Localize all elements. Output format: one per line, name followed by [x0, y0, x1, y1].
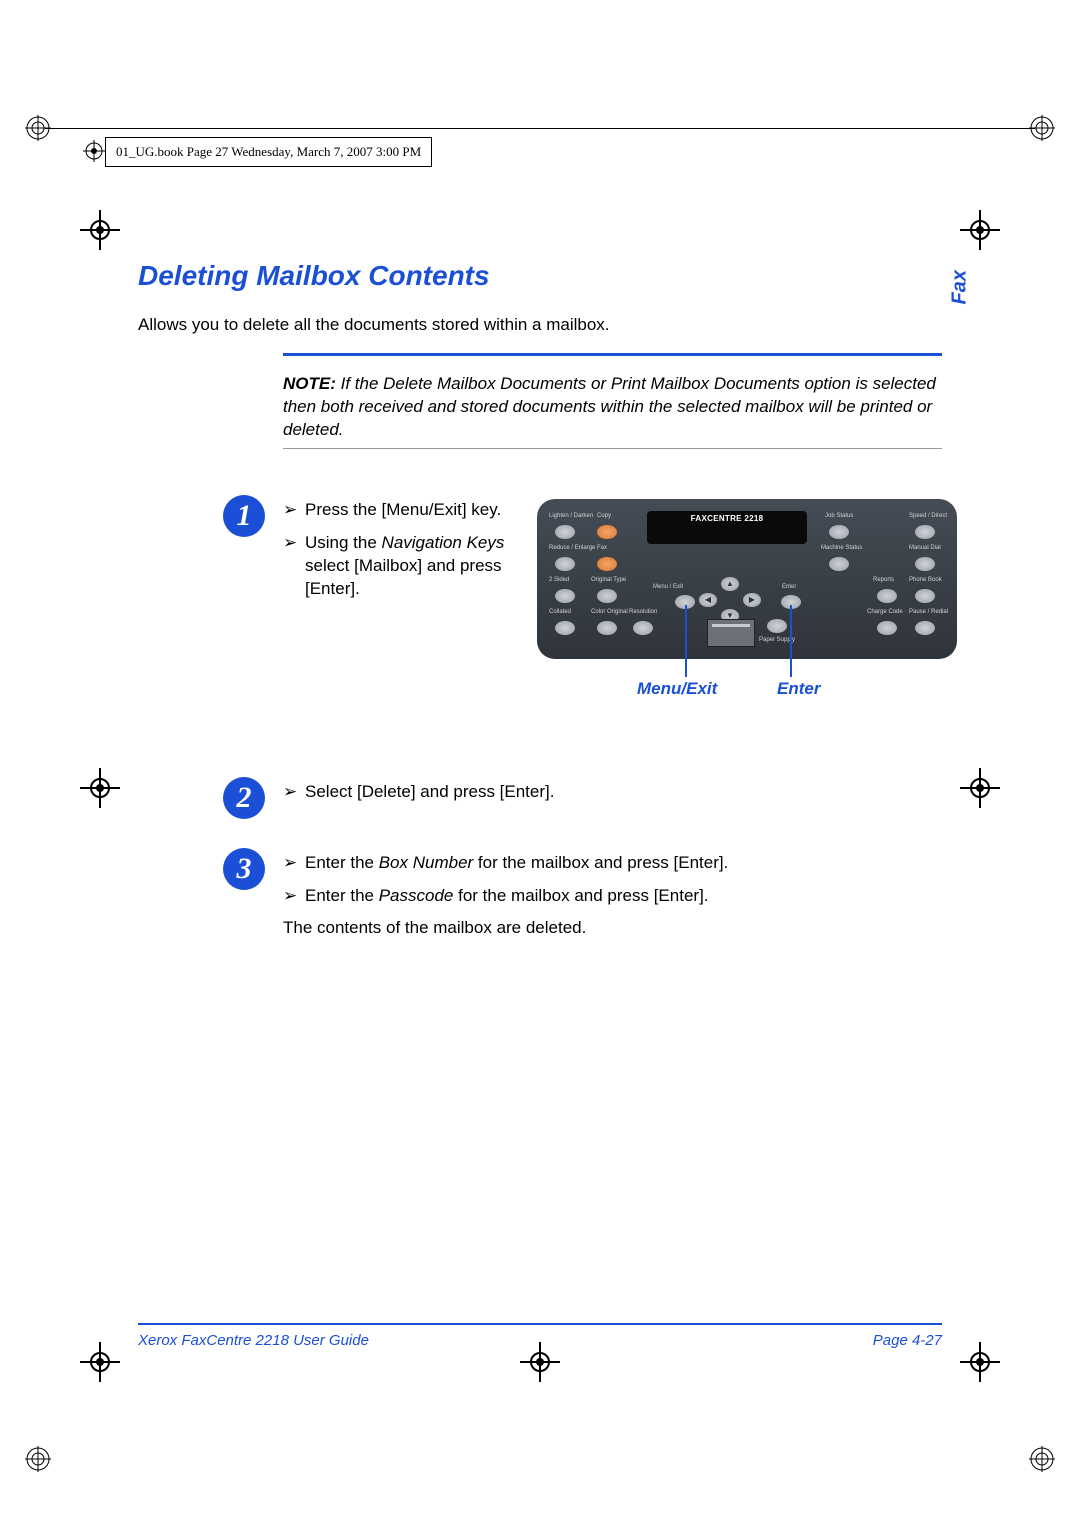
panel-tray-icon — [707, 619, 755, 647]
panel-label: Copy — [597, 513, 611, 519]
bullet-arrow-icon: ➢ — [283, 781, 305, 804]
panel-label: Resolution — [629, 609, 657, 615]
footer-right: Page 4-27 — [873, 1332, 942, 1349]
section-title: Deleting Mailbox Contents — [138, 260, 942, 292]
cropmark-icon — [960, 1342, 1000, 1382]
note-rule — [283, 353, 942, 356]
footer-left: Xerox FaxCentre 2218 User Guide — [138, 1332, 369, 1349]
panel-button — [555, 525, 575, 539]
footer-rule — [138, 1323, 942, 1325]
panel-button — [877, 589, 897, 603]
panel-label: 2 Sided — [549, 577, 569, 583]
panel-display: FAXCENTRE 2218 — [647, 511, 807, 544]
step1-item1: Press the [Menu/Exit] key. — [305, 499, 513, 522]
note-paragraph: NOTE: If the Delete Mailbox Documents or… — [283, 373, 942, 442]
cropmark-icon — [80, 1342, 120, 1382]
note-label: NOTE: — [283, 374, 336, 393]
panel-button — [597, 621, 617, 635]
panel-button — [555, 557, 575, 571]
step3-aftertext: The contents of the mailbox are deleted. — [283, 918, 942, 938]
panel-label: Lighten / Darken — [549, 513, 593, 519]
panel-button — [597, 589, 617, 603]
intro-paragraph: Allows you to delete all the documents s… — [138, 314, 942, 337]
docstamp-text: 01_UG.book Page 27 Wednesday, March 7, 2… — [116, 144, 421, 160]
dpad-right-icon: ▶ — [743, 593, 761, 607]
panel-button — [877, 621, 897, 635]
panel-label: Manual Dial — [909, 545, 941, 551]
panel-button — [829, 525, 849, 539]
panel-label: Phone Book — [909, 577, 942, 583]
bullet-arrow-icon: ➢ — [283, 885, 305, 908]
callout-line — [790, 605, 792, 677]
panel-dpad: ▲ ▼ ◀ ▶ — [695, 577, 765, 623]
panel-button — [767, 619, 787, 633]
panel-button — [915, 589, 935, 603]
step-badge-2: 2 — [223, 777, 265, 819]
note-rule-bottom — [283, 448, 942, 449]
cropmark-icon — [80, 768, 120, 808]
panel-label: Original Type — [591, 577, 626, 583]
panel-button — [597, 557, 617, 571]
control-panel-illustration: FAXCENTRE 2218 Lighten / Darken Reduce /… — [537, 499, 957, 659]
step-2: 2 ➢ Select [Delete] and press [Enter]. — [138, 781, 942, 804]
step3-item2: Enter the Passcode for the mailbox and p… — [305, 885, 942, 908]
panel-label: Menu / Exit — [653, 584, 683, 590]
step-badge-3: 3 — [223, 848, 265, 890]
panel-label: Charge Code — [867, 609, 903, 615]
panel-label: Reports — [873, 577, 894, 583]
step-1: 1 ➢ Press the [Menu/Exit] key. ➢ Using t… — [138, 499, 942, 701]
cropmark-icon — [80, 210, 120, 250]
panel-button — [915, 621, 935, 635]
panel-label: Pause / Redial — [909, 609, 948, 615]
step1-item2: Using the Navigation Keys select [Mailbo… — [305, 532, 513, 601]
panel-button — [555, 589, 575, 603]
regmark-icon — [25, 115, 51, 141]
panel-button — [915, 525, 935, 539]
callout-line — [685, 605, 687, 677]
panel-label: Color Original — [591, 609, 628, 615]
bullet-arrow-icon: ➢ — [283, 852, 305, 875]
docstamp-box: 01_UG.book Page 27 Wednesday, March 7, 2… — [105, 137, 432, 167]
cropmark-icon — [960, 768, 1000, 808]
docstamp-icon — [83, 140, 105, 162]
regmark-icon — [25, 1446, 51, 1472]
callout-menuexit: Menu/Exit — [637, 679, 717, 699]
panel-label: Speed / Direct — [909, 513, 947, 519]
regmark-icon — [1029, 115, 1055, 141]
panel-button — [597, 525, 617, 539]
dpad-up-icon: ▲ — [721, 577, 739, 591]
step3-item1: Enter the Box Number for the mailbox and… — [305, 852, 942, 875]
top-rule — [45, 128, 1035, 129]
panel-label: Machine Status — [821, 545, 862, 551]
panel-button — [829, 557, 849, 571]
panel-button — [555, 621, 575, 635]
panel-button — [633, 621, 653, 635]
bullet-arrow-icon: ➢ — [283, 499, 305, 522]
footer: Xerox FaxCentre 2218 User Guide Page 4-2… — [138, 1332, 942, 1349]
panel-label: Enter — [782, 584, 796, 590]
panel-label: Job Status — [825, 513, 853, 519]
panel-label: Fax — [597, 545, 607, 551]
dpad-left-icon: ◀ — [699, 593, 717, 607]
regmark-icon — [1029, 1446, 1055, 1472]
note-text: If the Delete Mailbox Documents or Print… — [283, 374, 936, 439]
cropmark-icon — [960, 210, 1000, 250]
step2-item1: Select [Delete] and press [Enter]. — [305, 781, 942, 804]
bullet-arrow-icon: ➢ — [283, 532, 305, 601]
panel-button — [915, 557, 935, 571]
step-badge-1: 1 — [223, 495, 265, 537]
step-3: 3 ➢ Enter the Box Number for the mailbox… — [138, 852, 942, 938]
panel-label: Reduce / Enlarge — [549, 545, 595, 551]
callout-enter: Enter — [777, 679, 820, 699]
tab-label: Fax — [948, 270, 971, 304]
panel-label: Collated — [549, 609, 571, 615]
